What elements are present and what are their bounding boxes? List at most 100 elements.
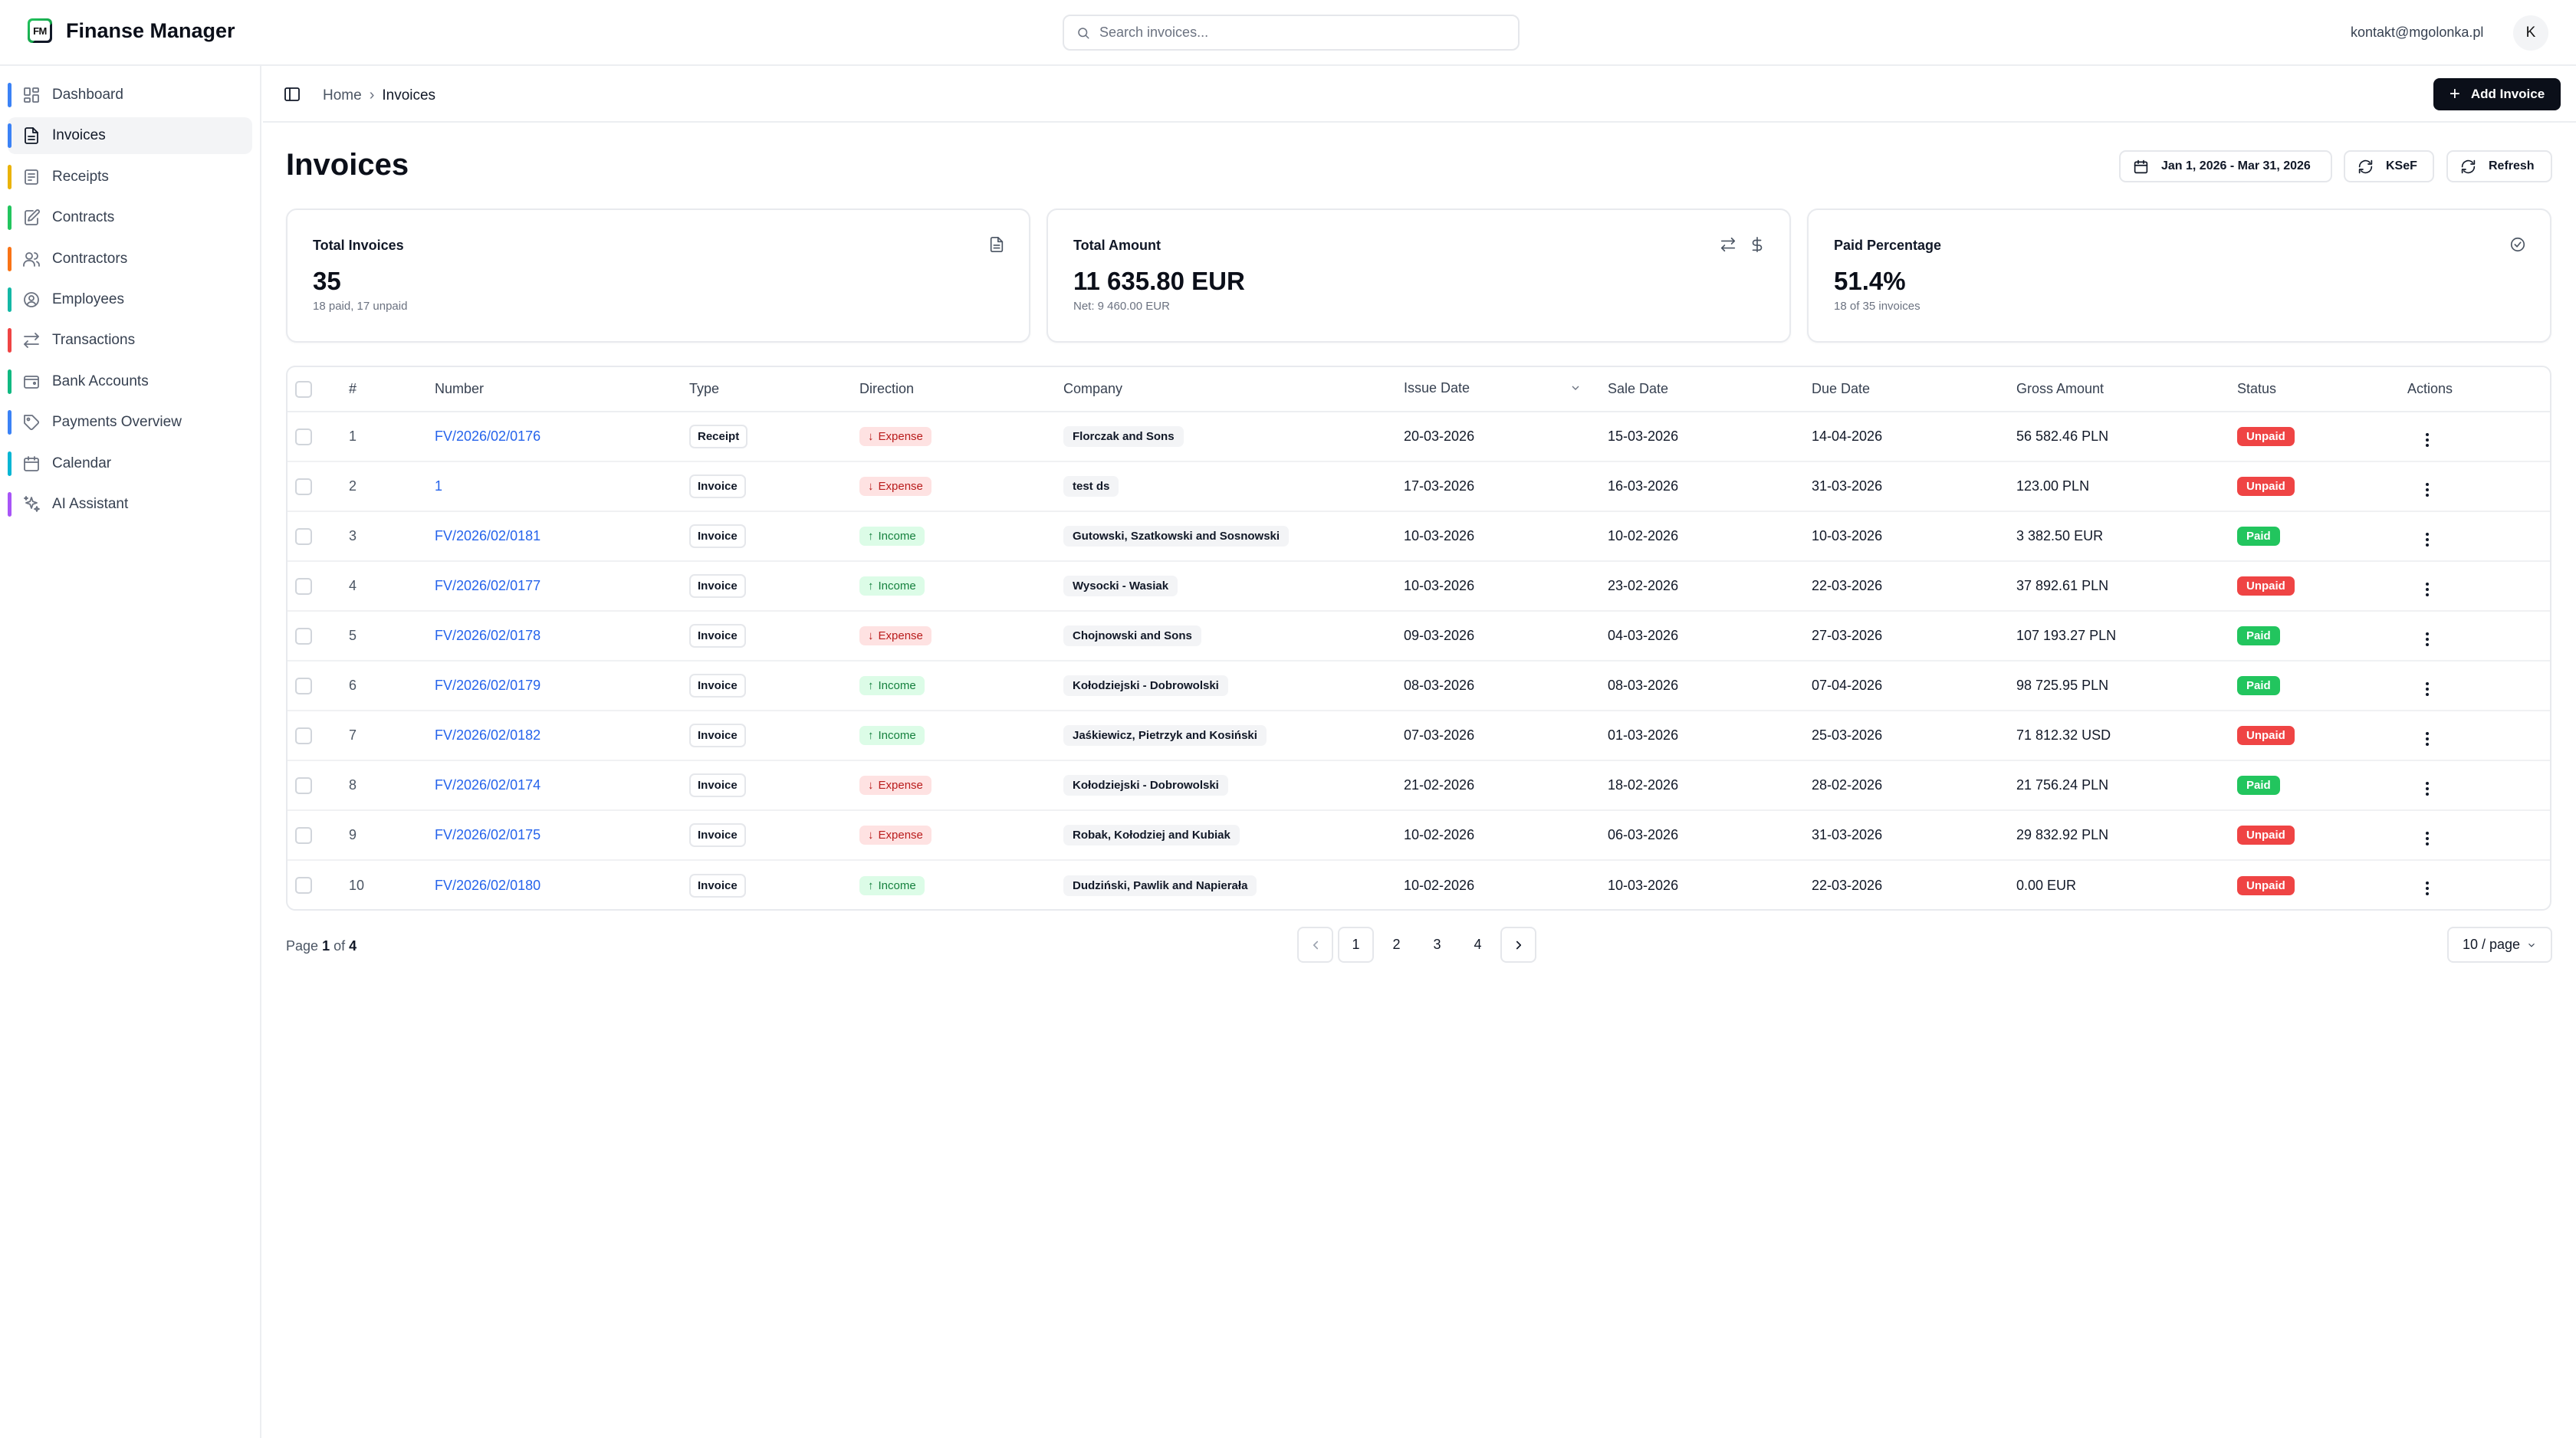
row-checkbox[interactable] — [295, 627, 312, 645]
invoice-number-link[interactable]: FV/2026/02/0178 — [435, 628, 540, 643]
row-checkbox[interactable] — [295, 727, 312, 744]
row-checkbox[interactable] — [295, 478, 312, 495]
more-vertical-icon[interactable] — [2423, 729, 2432, 749]
table-row[interactable]: 4 FV/2026/02/0177 Invoice ↑ Income Wysocki - … — [288, 561, 2550, 612]
arrow-up-icon: ↑ — [868, 579, 874, 593]
search-input[interactable] — [1099, 25, 1498, 41]
of-word: of — [334, 938, 346, 954]
invoice-number-link[interactable]: FV/2026/02/0180 — [435, 878, 540, 893]
issue-date: 10-03-2026 — [1404, 561, 1608, 612]
user-avatar[interactable]: K — [2513, 15, 2548, 51]
sidebar-item-label: Contracts — [52, 209, 115, 226]
row-checkbox[interactable] — [295, 677, 312, 694]
refresh-button[interactable]: Refresh — [2446, 150, 2552, 182]
table-row[interactable]: 10 FV/2026/02/0180 Invoice ↑ Income Dudziński… — [288, 860, 2550, 909]
row-checkbox[interactable] — [295, 527, 312, 545]
invoice-number-link[interactable]: FV/2026/02/0179 — [435, 678, 540, 693]
sidebar-item-employees[interactable]: Employees — [8, 281, 252, 318]
company-badge: Kołodziejski - Dobrowolski — [1063, 775, 1228, 796]
table-row[interactable]: 9 FV/2026/02/0175 Invoice ↓ Expense Robak, Ko… — [288, 810, 2550, 861]
sparkles-icon — [21, 494, 41, 514]
app-logo[interactable]: FM Finanse Manager — [28, 18, 235, 43]
row-checkbox[interactable] — [295, 826, 312, 844]
user-email: kontakt@mgolonka.pl — [2351, 25, 2484, 40]
page-button-1[interactable]: 1 — [1338, 927, 1374, 963]
sidebar-item-dashboard[interactable]: Dashboard — [8, 77, 252, 113]
row-checkbox[interactable] — [295, 428, 312, 445]
sidebar-item-ai-assistant[interactable]: AI Assistant — [8, 486, 252, 523]
type-badge: Invoice — [689, 574, 746, 598]
sidebar-item-contractors[interactable]: Contractors — [8, 241, 252, 277]
gross-amount: 107 193.27 PLN — [2016, 611, 2237, 662]
user-circle-icon — [21, 290, 41, 310]
more-vertical-icon[interactable] — [2423, 530, 2432, 550]
more-vertical-icon[interactable] — [2423, 779, 2432, 799]
sort-desc-icon[interactable] — [1569, 382, 1582, 398]
select-all-checkbox[interactable] — [295, 380, 312, 398]
column-header-issue-date[interactable]: Issue Date — [1404, 367, 1608, 412]
table-row[interactable]: 3 FV/2026/02/0181 Invoice ↑ Income Gutowski, … — [288, 511, 2550, 562]
sidebar-item-payments-overview[interactable]: Payments Overview — [8, 404, 252, 441]
column-header-direction[interactable]: Direction — [859, 367, 1063, 412]
invoice-number-link[interactable]: FV/2026/02/0177 — [435, 578, 540, 593]
sidebar-item-bank-accounts[interactable]: Bank Accounts — [8, 363, 252, 400]
due-date: 22-03-2026 — [1812, 877, 1883, 893]
column-header-number[interactable]: Number — [435, 367, 689, 412]
invoice-number-link[interactable]: 1 — [435, 478, 442, 494]
column-header-company[interactable]: Company — [1063, 367, 1404, 412]
sidebar-item-label: Payments Overview — [52, 414, 182, 431]
column-header-type[interactable]: Type — [689, 367, 859, 412]
sidebar-item-invoices[interactable]: Invoices — [8, 117, 252, 155]
breadcrumb-current: Invoices — [382, 87, 436, 103]
table-row[interactable]: 5 FV/2026/02/0178 Invoice ↓ Expense Chojnowsk… — [288, 611, 2550, 662]
more-vertical-icon[interactable] — [2423, 430, 2432, 450]
status-badge: Unpaid — [2237, 726, 2295, 745]
table-row[interactable]: 6 FV/2026/02/0179 Invoice ↑ Income Kołodziejs… — [288, 661, 2550, 711]
sidebar-item-label: Transactions — [52, 332, 136, 349]
prev-page-button[interactable] — [1297, 927, 1333, 963]
next-page-button[interactable] — [1500, 927, 1536, 963]
invoice-number-link[interactable]: FV/2026/02/0175 — [435, 827, 540, 842]
invoice-number-link[interactable]: FV/2026/02/0174 — [435, 777, 540, 793]
page-button-4[interactable]: 4 — [1460, 927, 1496, 963]
sidebar-item-contracts[interactable]: Contracts — [8, 199, 252, 236]
more-vertical-icon[interactable] — [2423, 629, 2432, 649]
sidebar-item-receipts[interactable]: Receipts — [8, 159, 252, 195]
column-header-sale-date[interactable]: Sale Date — [1608, 367, 1812, 412]
sidebar-item-label: AI Assistant — [52, 495, 129, 512]
invoice-number-link[interactable]: FV/2026/02/0176 — [435, 428, 540, 444]
column-header-status[interactable]: Status — [2237, 367, 2407, 412]
sidebar-toggle-icon[interactable] — [283, 85, 301, 103]
more-vertical-icon[interactable] — [2423, 878, 2432, 898]
sale-date: 15-03-2026 — [1608, 412, 1812, 462]
date-range-picker[interactable]: Jan 1, 2026 - Mar 31, 2026 — [2119, 150, 2332, 182]
page-button-2[interactable]: 2 — [1378, 927, 1414, 963]
sidebar-color-bar — [8, 123, 12, 149]
direction-label: Income — [878, 878, 916, 892]
more-vertical-icon[interactable] — [2423, 829, 2432, 849]
sidebar-item-transactions[interactable]: Transactions — [8, 322, 252, 359]
swap-icon[interactable] — [1720, 236, 1737, 253]
add-invoice-button[interactable]: + Add Invoice — [2433, 78, 2561, 110]
sidebar-item-label: Dashboard — [52, 87, 123, 103]
row-checkbox[interactable] — [295, 577, 312, 595]
table-row[interactable]: 2 1 Invoice ↓ Expense test ds 17-03-2026 16-03-… — [288, 461, 2550, 512]
invoice-number-link[interactable]: FV/2026/02/0181 — [435, 528, 540, 543]
table-row[interactable]: 1 FV/2026/02/0176 Receipt ↓ Expense Florczak … — [288, 412, 2550, 462]
column-header-due-date[interactable]: Due Date — [1812, 367, 2016, 412]
more-vertical-icon[interactable] — [2423, 579, 2432, 599]
row-checkbox[interactable] — [295, 776, 312, 794]
breadcrumb-home[interactable]: Home — [323, 87, 362, 104]
table-row[interactable]: 8 FV/2026/02/0174 Invoice ↓ Expense Kołodziej… — [288, 760, 2550, 811]
search-box[interactable] — [1063, 15, 1520, 51]
more-vertical-icon[interactable] — [2423, 679, 2432, 699]
more-vertical-icon[interactable] — [2423, 480, 2432, 500]
column-header-gross-amount[interactable]: Gross Amount — [2016, 367, 2237, 412]
ksef-sync-button[interactable]: KSeF — [2344, 150, 2434, 182]
table-row[interactable]: 7 FV/2026/02/0182 Invoice ↑ Income Jaśkiewicz… — [288, 711, 2550, 761]
sidebar-item-calendar[interactable]: Calendar — [8, 445, 252, 482]
page-button-3[interactable]: 3 — [1419, 927, 1455, 963]
row-checkbox[interactable] — [295, 877, 312, 895]
page-size-select[interactable]: 10 / page — [2447, 927, 2552, 963]
invoice-number-link[interactable]: FV/2026/02/0182 — [435, 727, 540, 743]
